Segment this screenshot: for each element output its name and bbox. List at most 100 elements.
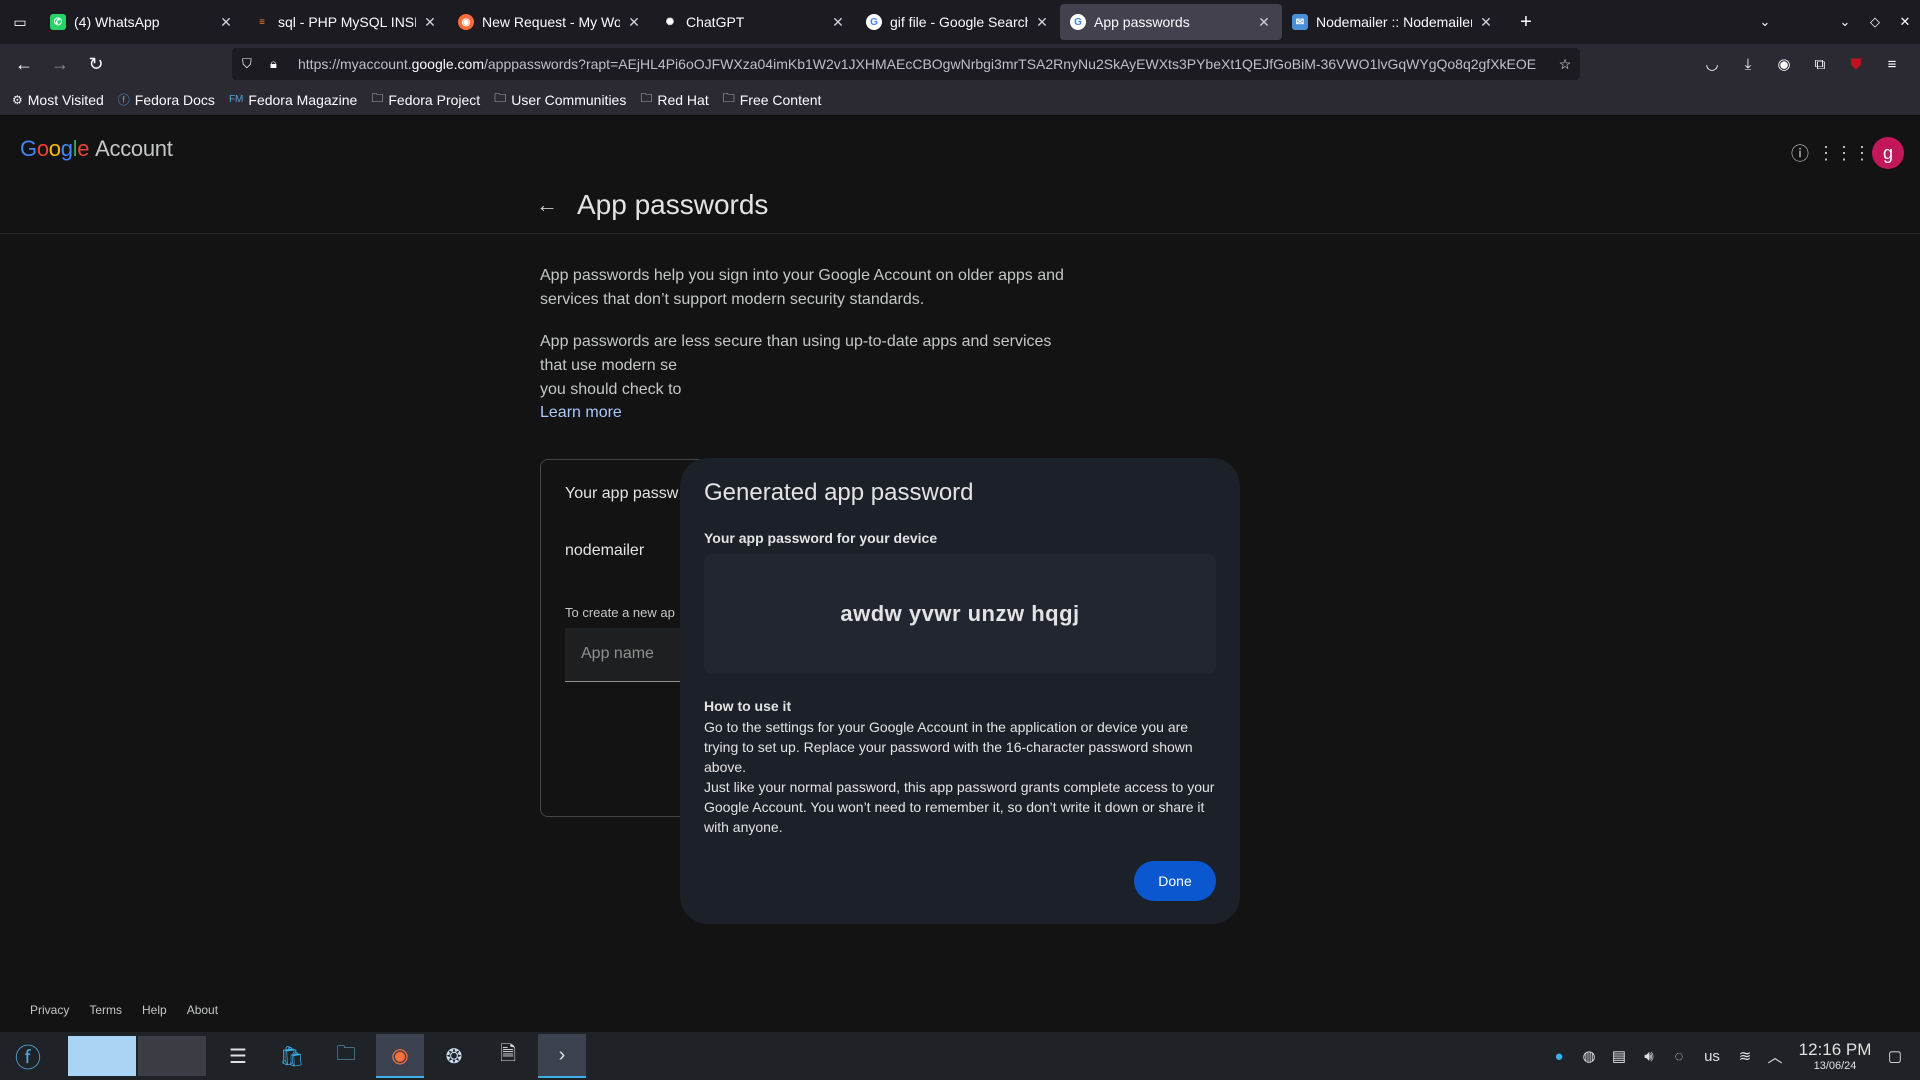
forward-icon[interactable]: → bbox=[42, 46, 78, 82]
tab-title: ChatGPT bbox=[686, 14, 745, 30]
pocket-icon[interactable]: ◡ bbox=[1694, 55, 1730, 73]
page-title: App passwords bbox=[577, 189, 769, 220]
keyboard-layout[interactable]: us bbox=[1694, 1048, 1730, 1065]
tab-title: App passwords bbox=[1094, 14, 1190, 30]
tray-expand-icon[interactable]: ︿ bbox=[1760, 1046, 1790, 1067]
shield-icon[interactable]: ⛉ bbox=[242, 56, 264, 72]
update-icon[interactable]: ● bbox=[1544, 1048, 1574, 1065]
system-tray: ● ◍ ▤ 🔊︎ ◌ us ≋ ︿ 12:16 PM 13/06/24 ▢ bbox=[1544, 1032, 1920, 1080]
virtual-desktop-pager[interactable] bbox=[68, 1036, 206, 1076]
tab-google-search[interactable]: G gif file - Google Search ✕ bbox=[856, 4, 1060, 40]
bookmark-star-icon[interactable]: ☆ bbox=[1550, 56, 1580, 73]
firefox-icon[interactable]: ◉ bbox=[376, 1034, 424, 1078]
tab-nodemailer[interactable]: ✉ Nodemailer :: Nodemailer ✕ bbox=[1282, 4, 1504, 40]
tab-stackoverflow[interactable]: ≡ sql - PHP MySQL INSERT re ✕ bbox=[244, 4, 448, 40]
apps-grid-icon[interactable]: ⋮⋮⋮ bbox=[1817, 131, 1871, 175]
system-settings-icon[interactable]: ☰ bbox=[214, 1034, 262, 1078]
vscode-icon[interactable]: ❂ bbox=[430, 1034, 478, 1078]
footer-links: Privacy Terms Help About bbox=[30, 1003, 238, 1017]
avatar[interactable]: g bbox=[1872, 137, 1904, 169]
vault-icon[interactable]: ◍ bbox=[1574, 1047, 1604, 1065]
chatgpt-icon: ✺ bbox=[665, 16, 675, 28]
downloads-icon[interactable]: ⤓ bbox=[1730, 56, 1766, 73]
tab-list-icon[interactable]: ▭ bbox=[0, 0, 40, 44]
file-manager-icon[interactable]: 🗀 bbox=[322, 1034, 370, 1078]
back-icon[interactable]: ← bbox=[6, 46, 42, 82]
app-password-entry[interactable]: nodemailer bbox=[565, 542, 644, 560]
tab-title: New Request - My Worksp bbox=[482, 14, 620, 30]
privacy-link[interactable]: Privacy bbox=[30, 1003, 69, 1017]
back-arrow-icon[interactable]: ← bbox=[536, 192, 558, 218]
minimize-icon[interactable]: ⌄ bbox=[1830, 14, 1860, 30]
tab-chatgpt[interactable]: ✺ ChatGPT ✕ bbox=[652, 4, 856, 40]
bookmark-red-hat[interactable]: 🗀 Red Hat bbox=[640, 89, 708, 110]
discover-store-icon[interactable]: 🛍︎ bbox=[268, 1034, 316, 1078]
bookmark-label: Most Visited bbox=[27, 91, 104, 108]
tab-postman[interactable]: ◉ New Request - My Worksp ✕ bbox=[448, 4, 652, 40]
folder-icon: 🗀 bbox=[722, 91, 735, 105]
bookmark-user-communities[interactable]: 🗀 User Communities bbox=[494, 89, 626, 110]
window-controls: ⌄ ⌄ ◇ ✕ bbox=[1750, 0, 1920, 44]
close-icon[interactable]: ✕ bbox=[1034, 14, 1050, 30]
close-icon[interactable]: ✕ bbox=[1478, 14, 1494, 30]
volume-icon[interactable]: 🔊︎ bbox=[1634, 1048, 1664, 1065]
stackoverflow-icon: ≡ bbox=[259, 16, 265, 28]
clipboard-icon[interactable]: ▤ bbox=[1604, 1047, 1634, 1065]
tab-strip: ▭ ✆ (4) WhatsApp ✕ ≡ sql - PHP MySQL INS… bbox=[0, 0, 1920, 44]
tab-app-passwords[interactable]: G App passwords ✕ bbox=[1060, 4, 1282, 40]
tab-whatsapp[interactable]: ✆ (4) WhatsApp ✕ bbox=[40, 4, 244, 40]
security-line-2: that use modern se bbox=[540, 357, 677, 374]
close-icon[interactable]: ✕ bbox=[218, 14, 234, 30]
fedora-launcher-icon[interactable]: ⓕ bbox=[4, 1034, 52, 1078]
lock-icon[interactable]: 🔒︎ bbox=[270, 56, 292, 72]
google-account-logo[interactable]: Google Account bbox=[20, 136, 173, 162]
tracking-icon[interactable]: ◌ bbox=[1664, 1048, 1694, 1065]
menu-icon[interactable]: ≡ bbox=[1874, 56, 1910, 73]
taskbar: ⓕ ☰ 🛍︎ 🗀 ◉ ❂ 🗎 › ● ◍ ▤ 🔊︎ ◌ us ≋ ︿ 12:16… bbox=[0, 1032, 1920, 1080]
done-button[interactable]: Done bbox=[1134, 861, 1216, 901]
dialog-title: Generated app password bbox=[704, 479, 974, 506]
help-link[interactable]: Help bbox=[142, 1003, 167, 1017]
bookmark-most-visited[interactable]: ⚙ Most Visited bbox=[12, 92, 104, 108]
close-icon[interactable]: ✕ bbox=[830, 14, 846, 30]
terminal-icon[interactable]: › bbox=[538, 1034, 586, 1078]
folder-icon: 🗀 bbox=[494, 91, 507, 105]
desktop-2[interactable] bbox=[138, 1036, 206, 1076]
maximize-icon[interactable]: ◇ bbox=[1860, 14, 1890, 30]
list-all-tabs-icon[interactable]: ⌄ bbox=[1750, 14, 1780, 30]
extensions-icon[interactable]: ⧉ bbox=[1802, 56, 1838, 73]
learn-more-link[interactable]: Learn more bbox=[540, 404, 622, 422]
url-text[interactable]: https://myaccount.google.com/apppassword… bbox=[298, 56, 1550, 72]
google-icon: G bbox=[1070, 14, 1086, 30]
close-icon[interactable]: ✕ bbox=[1256, 14, 1272, 30]
wifi-icon[interactable]: ≋ bbox=[1730, 1047, 1760, 1065]
how-to-use-warning: Just like your normal password, this app… bbox=[704, 779, 1215, 835]
clock-date: 13/06/24 bbox=[1813, 1060, 1857, 1072]
bookmark-fedora-docs[interactable]: ⓕ Fedora Docs bbox=[118, 91, 215, 108]
close-icon[interactable]: ✕ bbox=[626, 14, 642, 30]
close-window-icon[interactable]: ✕ bbox=[1890, 14, 1920, 30]
generated-password[interactable]: awdw yvwr unzw hqgj bbox=[704, 554, 1216, 674]
show-desktop-icon[interactable]: ▢ bbox=[1880, 1047, 1910, 1065]
new-tab-button[interactable]: + bbox=[1510, 6, 1542, 38]
ublock-icon[interactable]: ⛊ bbox=[1838, 56, 1874, 73]
card-title: Your app passw bbox=[565, 485, 679, 502]
dialog-subtitle: Your app password for your device bbox=[704, 530, 938, 546]
help-icon[interactable]: ⓘ bbox=[1778, 131, 1822, 175]
terms-link[interactable]: Terms bbox=[89, 1003, 122, 1017]
reload-icon[interactable]: ↻ bbox=[78, 46, 114, 82]
security-line-1: App passwords are less secure than using… bbox=[540, 333, 1052, 350]
bookmark-fedora-magazine[interactable]: FM Fedora Magazine bbox=[229, 92, 357, 108]
bookmark-free-content[interactable]: 🗀 Free Content bbox=[723, 89, 822, 110]
desktop-1[interactable] bbox=[68, 1036, 136, 1076]
clock[interactable]: 12:16 PM 13/06/24 bbox=[1790, 1040, 1880, 1072]
bookmark-fedora-project[interactable]: 🗀 Fedora Project bbox=[371, 89, 480, 110]
postman-icon: ◉ bbox=[458, 14, 474, 30]
security-line-3: you should check to bbox=[540, 381, 682, 398]
text-editor-icon[interactable]: 🗎 bbox=[484, 1034, 532, 1078]
account-icon[interactable]: ◉ bbox=[1766, 55, 1802, 73]
about-link[interactable]: About bbox=[187, 1003, 218, 1017]
close-icon[interactable]: ✕ bbox=[422, 14, 438, 30]
fedora-magazine-icon: FM bbox=[228, 94, 244, 105]
url-bar[interactable]: ⛉ 🔒︎ https://myaccount.google.com/apppas… bbox=[232, 48, 1580, 80]
